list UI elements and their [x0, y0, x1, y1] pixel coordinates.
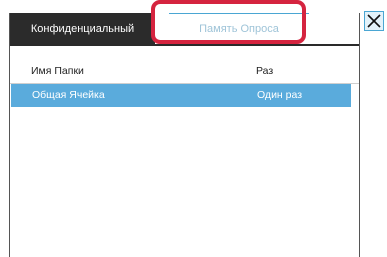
close-icon — [367, 14, 381, 28]
header-folder-name: Имя Папки — [31, 65, 84, 77]
table-header-row: Имя Папки Раз — [10, 60, 359, 84]
table-row[interactable]: Общая Ячейка Один раз — [11, 84, 351, 107]
tab-bar: Конфиденциальный Память Опроса — [10, 13, 359, 46]
folder-dialog: Конфиденциальный Память Опроса Имя Папки… — [9, 13, 360, 257]
row-folder-name: Общая Ячейка — [32, 89, 105, 101]
folder-table: Имя Папки Раз Общая Ячейка Один раз — [10, 60, 359, 107]
tab-polling-memory[interactable]: Память Опроса — [169, 13, 309, 44]
tab-confidential[interactable]: Конфиденциальный — [10, 13, 155, 44]
header-times: Раз — [256, 65, 274, 77]
tab-polling-memory-label: Память Опроса — [199, 23, 279, 35]
tab-confidential-label: Конфиденциальный — [30, 22, 135, 35]
screen: Конфиденциальный Память Опроса Имя Папки… — [0, 0, 387, 257]
close-button[interactable] — [364, 11, 384, 31]
row-times: Один раз — [257, 89, 303, 101]
